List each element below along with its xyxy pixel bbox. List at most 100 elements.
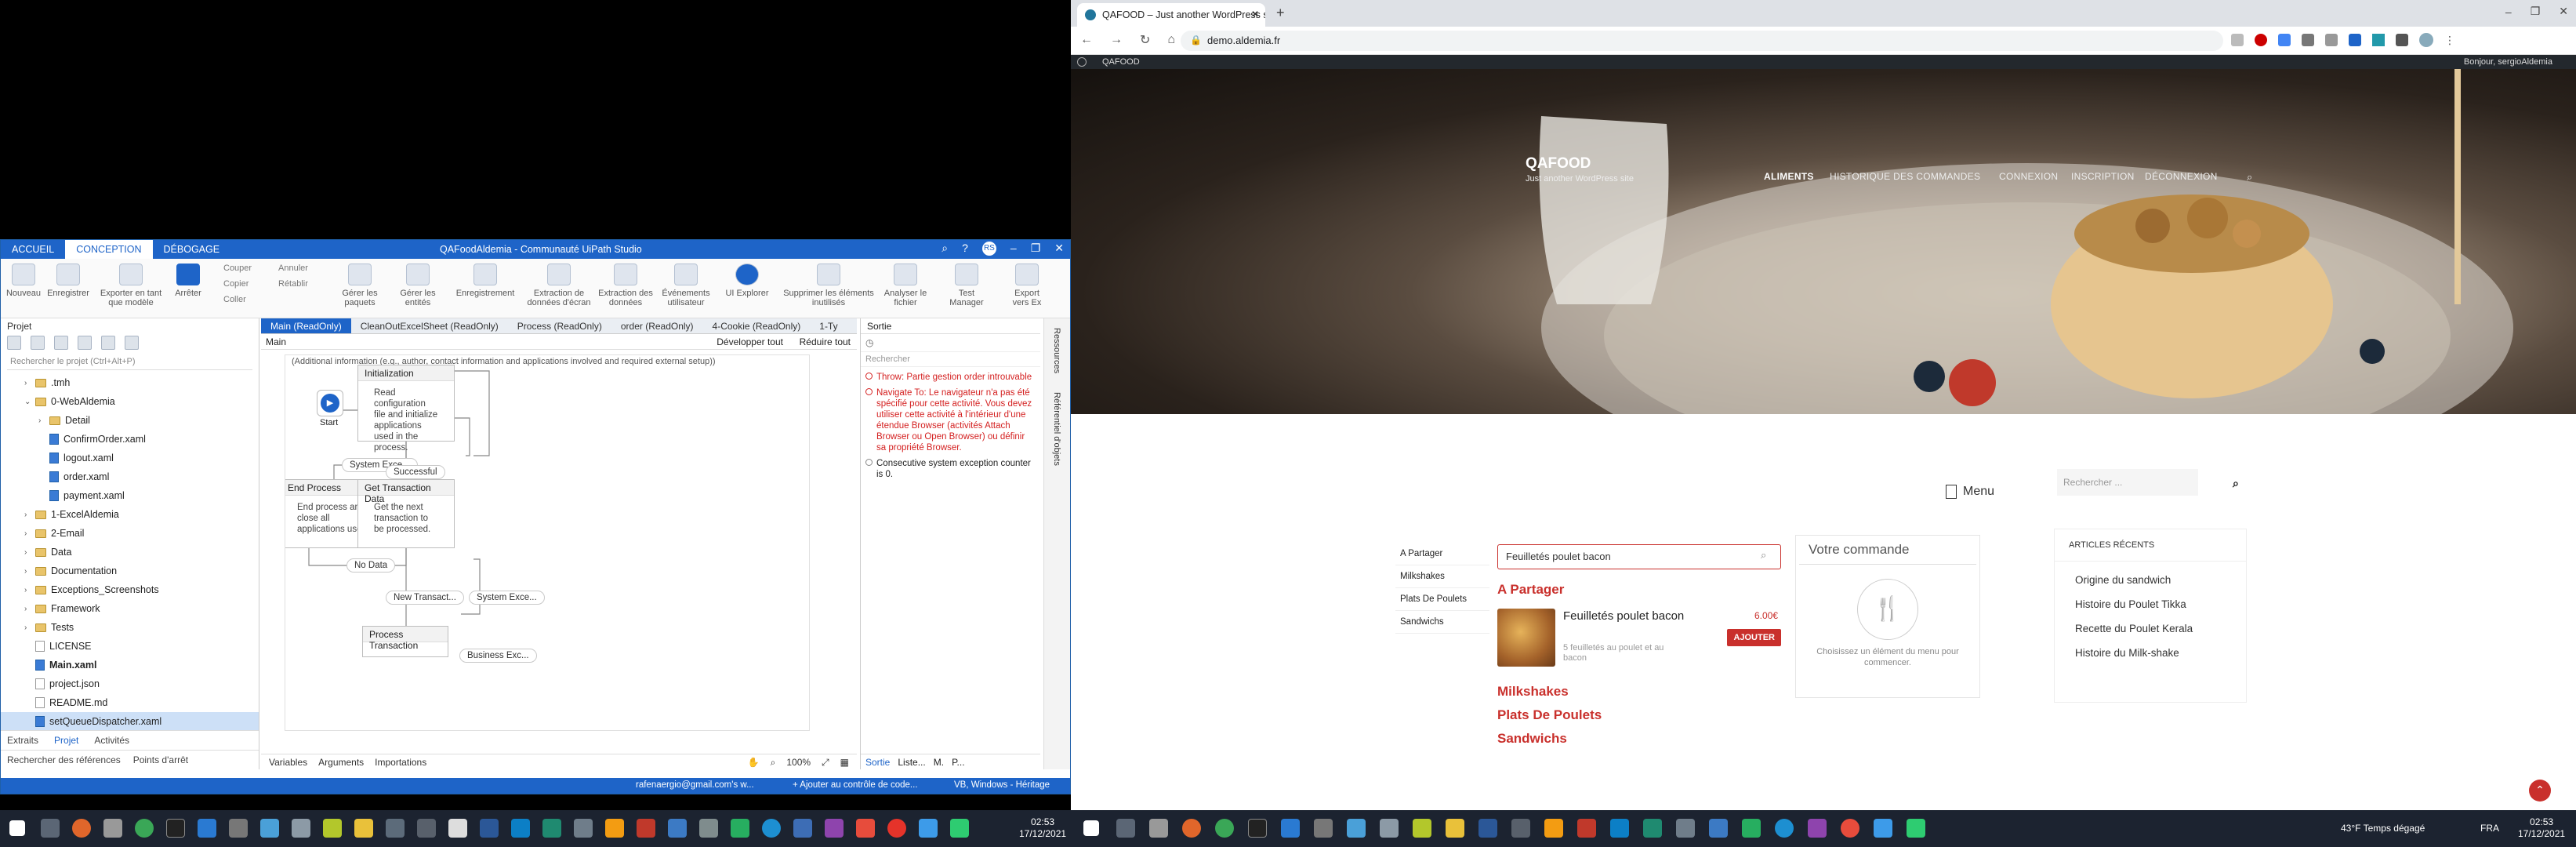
home-icon[interactable]: ⌂ xyxy=(1167,33,1175,47)
doc-tab-process[interactable]: Process (ReadOnly) xyxy=(508,318,611,333)
category-plats-de-poulets[interactable]: Plats De Poulets xyxy=(1395,588,1489,611)
taskbar-app-icon[interactable] xyxy=(1577,819,1596,838)
status-account[interactable]: rafenaergio@gmail.com's w... xyxy=(636,780,754,790)
expand-arrow-icon[interactable]: › xyxy=(24,379,35,387)
taskbar-app-icon[interactable] xyxy=(637,819,655,838)
expand-all-button[interactable]: Développer tout xyxy=(717,336,783,347)
taskbar-app-icon[interactable] xyxy=(950,819,969,838)
breadcrumb-main[interactable]: Main xyxy=(266,336,286,347)
manage-entities-button[interactable]: Gérer les entités xyxy=(396,264,440,307)
tab-p[interactable]: P... xyxy=(952,757,964,768)
minimize-icon[interactable]: – xyxy=(2505,5,2512,18)
taskbar-app-icon[interactable] xyxy=(1149,819,1168,838)
taskbar-app-icon[interactable] xyxy=(1314,819,1333,838)
save-button[interactable]: Enregistrer xyxy=(46,264,90,298)
tab-debogage[interactable]: DÉBOGAGE xyxy=(153,240,231,259)
left-clock[interactable]: 02:53 17/12/2021 xyxy=(1019,816,1066,840)
maximize-icon[interactable]: ❐ xyxy=(2531,5,2541,18)
sidebar-search-icon[interactable]: ⌕ xyxy=(2233,477,2239,490)
tree-item[interactable]: › Documentation xyxy=(1,562,259,580)
expand-arrow-icon[interactable]: › xyxy=(24,586,35,594)
taskbar-app-icon[interactable] xyxy=(668,819,687,838)
label-new-transaction[interactable]: New Transact... xyxy=(386,591,464,605)
category-milkshakes[interactable]: Milkshakes xyxy=(1395,565,1489,588)
taskbar-app-icon[interactable] xyxy=(1709,819,1728,838)
output-message[interactable]: Consecutive system exception counter is … xyxy=(861,456,1040,483)
get-transaction-activity[interactable]: Get Transaction Data Get the next transa… xyxy=(357,479,455,548)
expand-arrow-icon[interactable]: ⌄ xyxy=(24,398,35,406)
taskbar-app-icon[interactable] xyxy=(1907,819,1925,838)
export-template-button[interactable]: Exporter en tant que modèle xyxy=(95,264,167,307)
label-business-exception[interactable]: Business Exc... xyxy=(459,649,537,663)
taskbar-app-icon[interactable] xyxy=(103,819,122,838)
taskbar-app-icon[interactable] xyxy=(699,819,718,838)
tab-conception[interactable]: CONCEPTION xyxy=(65,240,153,259)
expand-arrow-icon[interactable]: › xyxy=(24,529,35,538)
export-excel-button[interactable]: Export vers Ex xyxy=(1007,264,1047,307)
overview-icon[interactable]: ▦ xyxy=(840,757,849,768)
extension-icon[interactable] xyxy=(2231,34,2244,46)
tree-item[interactable]: ConfirmOrder.xaml xyxy=(1,430,259,449)
label-successful[interactable]: Successful xyxy=(386,465,445,479)
windows-start-icon[interactable] xyxy=(9,820,25,836)
redo-button[interactable]: Rétablir xyxy=(278,279,308,289)
sidebar-search-input[interactable]: Rechercher ... xyxy=(2057,469,2198,496)
menu-search-icon[interactable]: ⌕ xyxy=(1761,549,1766,562)
tab-activities[interactable]: Activités xyxy=(94,735,129,746)
expand-arrow-icon[interactable]: › xyxy=(38,416,49,425)
zoom-level[interactable]: 100% xyxy=(786,757,811,768)
expand-arrow-icon[interactable]: › xyxy=(24,511,35,519)
expand-arrow-icon[interactable]: › xyxy=(24,605,35,613)
puzzle-icon[interactable] xyxy=(2396,34,2408,46)
refresh-icon[interactable] xyxy=(54,336,68,350)
tree-item[interactable]: › Data xyxy=(1,543,259,562)
doc-tab-order[interactable]: order (ReadOnly) xyxy=(611,318,703,333)
site-title[interactable]: QAFOOD xyxy=(1526,155,1591,173)
output-message[interactable]: Navigate To: Le navigateur n'a pas été s… xyxy=(861,386,1040,456)
taskbar-app-icon[interactable] xyxy=(480,819,499,838)
taskbar-app-icon[interactable] xyxy=(198,819,216,838)
add-to-cart-button[interactable]: AJOUTER xyxy=(1727,629,1781,646)
taskbar-app-icon[interactable] xyxy=(1380,819,1399,838)
recent-article-link[interactable]: Histoire du Poulet Tikka xyxy=(2075,592,2226,616)
taskbar-app-icon[interactable] xyxy=(229,819,248,838)
taskbar-app-icon[interactable] xyxy=(762,819,781,838)
wp-logo-icon[interactable] xyxy=(1077,57,1087,67)
lock-icon[interactable]: 🔒 xyxy=(1190,35,1202,45)
taskbar-app-icon[interactable] xyxy=(1544,819,1563,838)
ui-explorer-button[interactable]: UI Explorer xyxy=(724,264,771,298)
output-search-input[interactable]: Rechercher xyxy=(861,352,1040,367)
taskbar-app-icon[interactable] xyxy=(1742,819,1761,838)
taskbar-app-icon[interactable] xyxy=(292,819,310,838)
extension-icon[interactable] xyxy=(2255,34,2267,46)
expand-arrow-icon[interactable]: › xyxy=(24,623,35,632)
nav-register[interactable]: INSCRIPTION xyxy=(2071,171,2135,182)
arguments-tab[interactable]: Arguments xyxy=(318,757,364,768)
process-transaction-activity[interactable]: Process Transaction xyxy=(362,626,448,657)
url-field[interactable]: 🔒 demo.aldemia.fr xyxy=(1181,31,2223,51)
doc-tab-main[interactable]: Main (ReadOnly) xyxy=(261,318,351,333)
taskbar-app-icon[interactable] xyxy=(793,819,812,838)
collapse-all-button[interactable]: Réduire tout xyxy=(800,336,851,347)
extension-icon[interactable] xyxy=(2302,34,2314,46)
wp-user-greeting[interactable]: Bonjour, sergioAldemia xyxy=(2464,57,2552,67)
tab-breakpoints[interactable]: Points d'arrêt xyxy=(133,754,188,765)
tree-item[interactable]: project.json xyxy=(1,674,259,693)
taskbar-app-icon[interactable] xyxy=(386,819,405,838)
collapse-icon[interactable] xyxy=(7,336,21,350)
taskbar-app-icon[interactable] xyxy=(574,819,593,838)
category-sandwichs[interactable]: Sandwichs xyxy=(1395,611,1489,634)
taskbar-app-icon[interactable] xyxy=(825,819,844,838)
taskbar-app-icon[interactable] xyxy=(887,819,906,838)
search-icon[interactable]: ⌕ xyxy=(2247,171,2253,184)
hand-icon[interactable]: ✋ xyxy=(748,757,760,768)
user-events-button[interactable]: Événements utilisateur xyxy=(658,264,714,307)
doc-tab-typo[interactable]: 1-Ty xyxy=(810,318,847,333)
recent-article-link[interactable]: Recette du Poulet Kerala xyxy=(2075,616,2226,641)
new-tab-icon[interactable]: + xyxy=(1276,5,1285,21)
taskbar-app-icon[interactable] xyxy=(260,819,279,838)
taskbar-app-icon[interactable] xyxy=(1446,819,1464,838)
tree-item[interactable]: › Tests xyxy=(1,618,259,637)
undo-button[interactable]: Annuler xyxy=(278,264,308,273)
recent-article-link[interactable]: Origine du sandwich xyxy=(2075,568,2226,592)
